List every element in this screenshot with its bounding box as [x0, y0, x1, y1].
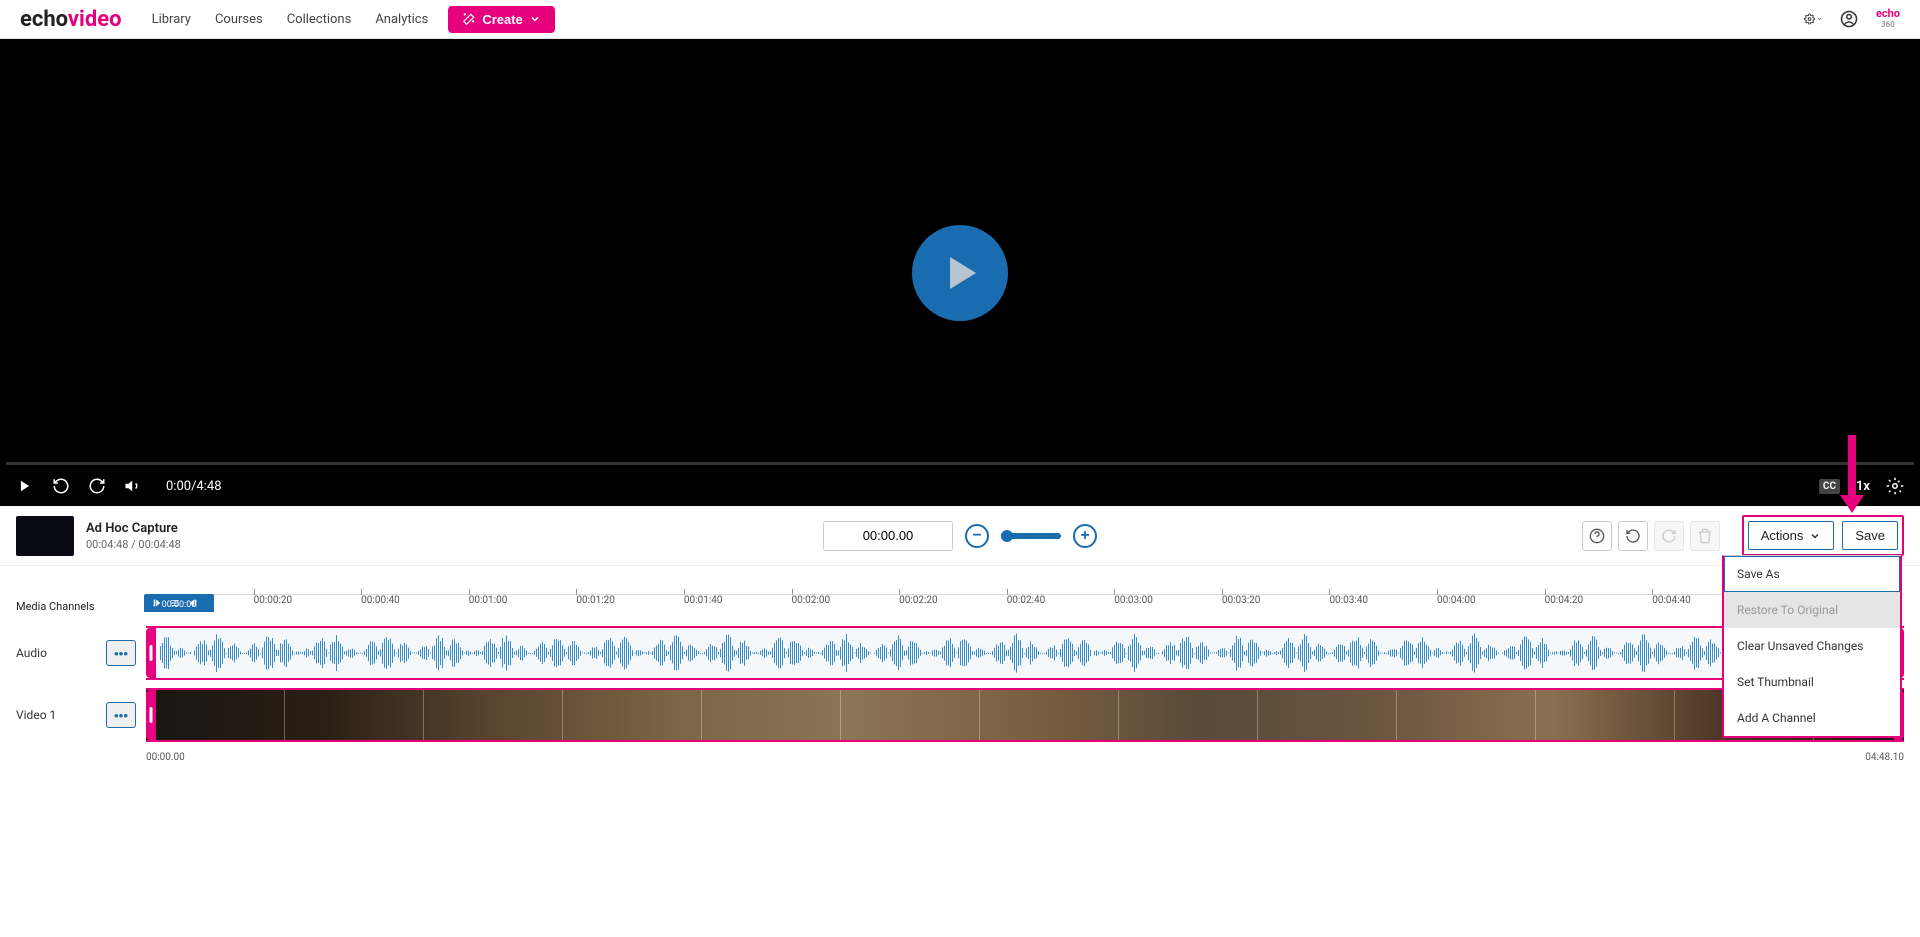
- undo-button[interactable]: [1618, 521, 1648, 551]
- playhead-time: 00:00:00: [152, 600, 206, 610]
- timeline-area: Media Channels 00:00:00 00:00:20 00:00:40…: [0, 594, 1920, 777]
- actions-label: Actions: [1761, 528, 1804, 543]
- ruler-tick: 00:00:40: [361, 595, 400, 606]
- undo-icon: [1625, 528, 1641, 544]
- ruler-tick: 00:01:20: [576, 595, 615, 606]
- forward-icon[interactable]: [88, 477, 106, 495]
- audio-track-content[interactable]: [146, 626, 1904, 680]
- ruler-tick: 00:03:20: [1222, 595, 1261, 606]
- editor-toolbar: Ad Hoc Capture 00:04:48 / 00:04:48 − + A…: [0, 506, 1920, 566]
- ruler-tick: 00:03:40: [1329, 595, 1368, 606]
- chevron-down-icon: [1817, 15, 1822, 23]
- redo-button[interactable]: [1654, 521, 1684, 551]
- video-thumbnail-strip: [146, 690, 1904, 740]
- controls-left: 0:00/4:48: [16, 477, 222, 495]
- play-icon: [950, 257, 976, 289]
- play-small-icon[interactable]: [16, 477, 34, 495]
- video-title: Ad Hoc Capture: [86, 521, 181, 536]
- video-track-content[interactable]: [146, 688, 1904, 742]
- audio-track-menu[interactable]: •••: [106, 640, 136, 666]
- tracks-wrap: Audio ••• Video 1 •••: [16, 624, 1904, 744]
- settings-icon[interactable]: [1886, 477, 1904, 495]
- chevron-down-icon: [529, 13, 541, 25]
- playhead-badge[interactable]: 00:00:00: [144, 594, 214, 612]
- wand-icon: [462, 12, 476, 26]
- echo360-logo[interactable]: echo360: [1876, 9, 1900, 29]
- video-info: Ad Hoc Capture 00:04:48 / 00:04:48: [86, 521, 181, 551]
- timeline-ruler[interactable]: 00:00:20 00:00:40 00:01:00 00:01:20 00:01:40…: [146, 594, 1904, 624]
- delete-button[interactable]: [1690, 521, 1720, 551]
- actions-button[interactable]: Actions: [1748, 521, 1835, 550]
- nav-collections[interactable]: Collections: [287, 12, 352, 27]
- ruler-tick: 00:01:40: [684, 595, 723, 606]
- nav-courses[interactable]: Courses: [215, 12, 263, 27]
- trash-icon: [1697, 528, 1713, 544]
- ruler-tick: 00:04:40: [1652, 595, 1691, 606]
- waveform: [146, 633, 1904, 673]
- logo-echo: echo: [20, 7, 68, 32]
- dropdown-save-as[interactable]: Save As: [1724, 556, 1900, 592]
- ruler-tick: 00:02:00: [792, 595, 831, 606]
- ruler-tick: 00:04:20: [1545, 595, 1584, 606]
- video-thumbnail: [16, 516, 74, 556]
- audio-track-row: Audio •••: [16, 624, 1904, 682]
- volume-icon[interactable]: [124, 477, 142, 495]
- ruler-tick: 00:00:20: [254, 595, 293, 606]
- timeline-footer: 00:00.00 04:48.10: [146, 748, 1904, 767]
- media-channels-label: Media Channels: [16, 600, 95, 613]
- create-button[interactable]: Create: [448, 6, 554, 33]
- ruler-tick: 00:03:00: [1114, 595, 1153, 606]
- timeline-end: 04:48.10: [1865, 752, 1904, 763]
- actions-dropdown: Save As Restore To Original Clear Unsave…: [1722, 555, 1902, 738]
- chevron-down-icon: [1809, 530, 1821, 542]
- video-player: 0:00/4:48 CC 1x: [0, 39, 1920, 506]
- header-right: echo360: [1804, 9, 1900, 29]
- zoom-in-button[interactable]: +: [1073, 524, 1097, 548]
- progress-bar[interactable]: [6, 462, 1914, 465]
- settings-gear-icon[interactable]: [1804, 10, 1822, 28]
- ruler-tick: 00:02:40: [1007, 595, 1046, 606]
- dropdown-restore: Restore To Original: [1724, 592, 1900, 628]
- dropdown-add-channel[interactable]: Add A Channel: [1724, 700, 1900, 736]
- audio-track-label: Audio: [16, 646, 106, 660]
- dropdown-clear[interactable]: Clear Unsaved Changes: [1724, 628, 1900, 664]
- ruler-tick: 00:01:00: [469, 595, 508, 606]
- logo-video: video: [68, 7, 122, 32]
- top-header: echovideo Library Courses Collections An…: [0, 0, 1920, 39]
- ruler-tick: 00:04:00: [1437, 595, 1476, 606]
- time-display: 0:00/4:48: [166, 479, 222, 494]
- logo[interactable]: echovideo: [20, 7, 122, 32]
- timeline-start: 00:00.00: [146, 752, 185, 763]
- video-controls: 0:00/4:48 CC 1x: [0, 466, 1920, 506]
- save-button[interactable]: Save: [1842, 521, 1898, 550]
- main-nav: Library Courses Collections Analytics: [152, 12, 429, 27]
- account-icon[interactable]: [1840, 10, 1858, 28]
- video-duration: 00:04:48 / 00:04:48: [86, 538, 181, 551]
- nav-analytics[interactable]: Analytics: [375, 12, 428, 27]
- actions-save-group: Actions Save Save As Restore To Original…: [1742, 515, 1904, 556]
- zoom-out-button[interactable]: −: [965, 524, 989, 548]
- video-track-row: Video 1 •••: [16, 686, 1904, 744]
- play-button[interactable]: [912, 225, 1008, 321]
- help-button[interactable]: [1582, 521, 1612, 551]
- redo-icon: [1661, 528, 1677, 544]
- trim-handle-left[interactable]: [146, 628, 156, 678]
- save-label: Save: [1855, 528, 1885, 543]
- ruler-tick: 00:02:20: [899, 595, 938, 606]
- annotation-arrow: [1848, 435, 1864, 513]
- dropdown-thumbnail[interactable]: Set Thumbnail: [1724, 664, 1900, 700]
- zoom-slider[interactable]: [1001, 533, 1061, 539]
- trim-handle-left[interactable]: [146, 690, 156, 740]
- timecode-input[interactable]: [823, 521, 953, 551]
- video-track-label: Video 1: [16, 708, 106, 722]
- center-controls: − +: [823, 521, 1097, 551]
- nav-library[interactable]: Library: [152, 12, 191, 27]
- rewind-icon[interactable]: [52, 477, 70, 495]
- cc-button[interactable]: CC: [1819, 479, 1840, 494]
- help-icon: [1589, 528, 1605, 544]
- toolbar-right: Actions Save Save As Restore To Original…: [1582, 515, 1904, 556]
- video-track-menu[interactable]: •••: [106, 702, 136, 728]
- create-label: Create: [482, 12, 522, 27]
